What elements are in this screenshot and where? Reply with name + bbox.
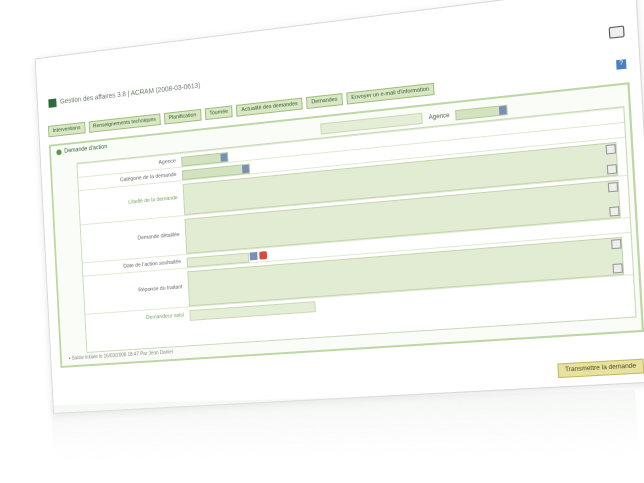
row-label: Demandeur saisi: [145, 312, 185, 322]
clear-date-icon[interactable]: [259, 251, 268, 260]
scroll-up-icon[interactable]: [611, 238, 622, 250]
row-label: Libellé de la demande: [128, 195, 178, 206]
document-icon: [48, 98, 57, 108]
request-form: Agence Catégorie de la demande Libellé d…: [76, 106, 637, 353]
help-icon[interactable]: ?: [616, 59, 627, 70]
app-window: Gestion des affaires 3.8 | ACRAM (2008-0…: [34, 0, 644, 414]
row-label: Réponse du traitant: [138, 284, 183, 294]
stage: Gestion des affaires 3.8 | ACRAM (2008-0…: [0, 0, 644, 481]
tab-demandes[interactable]: Demandes: [306, 93, 343, 110]
panel-heading: Demande d'action: [56, 144, 108, 156]
calendar-icon[interactable]: [249, 251, 258, 261]
top-select[interactable]: [455, 104, 509, 120]
top-label: Agence: [428, 112, 450, 121]
submit-button[interactable]: Transmettre la demande: [557, 358, 644, 379]
scroll-down-icon[interactable]: [606, 164, 618, 175]
section-radio[interactable]: [56, 149, 62, 156]
tab-interventions[interactable]: Interventions: [47, 121, 86, 138]
tab-planification[interactable]: Planification: [163, 108, 202, 125]
printer-icon[interactable]: [608, 25, 625, 39]
tab-renseignements[interactable]: Renseignements techniques: [88, 113, 161, 133]
panel-heading-text: Demande d'action: [64, 144, 108, 155]
scroll-up-icon[interactable]: [605, 144, 616, 155]
requester-field[interactable]: [189, 301, 316, 321]
tab-tournee[interactable]: Tournée: [204, 105, 234, 121]
window-title-text: Gestion des affaires 3.8 | ACRAM (2008-0…: [59, 82, 201, 106]
creation-note: ▪ Saisie initiale le 16/03/2008 18:47 Pa…: [68, 349, 174, 362]
scroll-down-icon[interactable]: [609, 206, 620, 217]
tab-actualite[interactable]: Actualité des demandes: [236, 97, 303, 117]
scroll-up-icon[interactable]: [607, 181, 619, 193]
scroll-down-icon[interactable]: [612, 263, 623, 274]
row-label: Demande détaillée: [137, 232, 180, 242]
window-title: Gestion des affaires 3.8 | ACRAM (2008-0…: [48, 82, 201, 108]
tab-email[interactable]: Envoyer un e-mail d'information: [346, 82, 435, 105]
